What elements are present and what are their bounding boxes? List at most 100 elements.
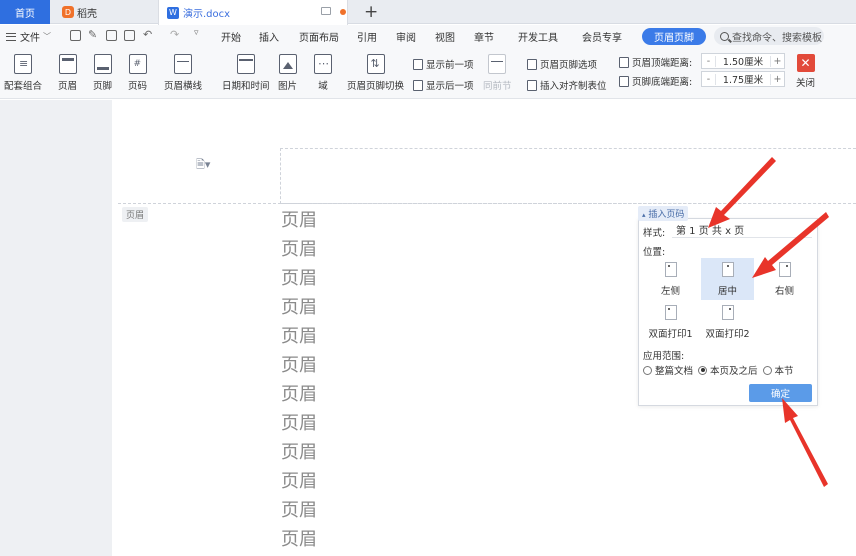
- header-options-icon[interactable]: 🗎▾: [196, 156, 210, 175]
- header-button[interactable]: 页眉: [58, 54, 77, 92]
- scope-this-page-onward-radio[interactable]: 本页及之后: [698, 363, 758, 377]
- print-icon[interactable]: [106, 30, 117, 41]
- menu-tab-layout[interactable]: 页面布局: [299, 29, 339, 44]
- increase-icon[interactable]: +: [770, 55, 784, 67]
- menu-tab-member[interactable]: 会员专享: [582, 29, 622, 44]
- tab-document-label: 演示.docx: [183, 9, 231, 20]
- footer-distance-icon: [619, 75, 629, 87]
- redo-icon[interactable]: ↷: [170, 28, 179, 41]
- footer-button[interactable]: 页脚: [93, 54, 112, 92]
- show-next-button[interactable]: 显示后一项: [413, 78, 474, 92]
- tab-home-label: 首页: [15, 8, 35, 20]
- position-duplex1-option[interactable]: 双面打印1: [644, 301, 697, 343]
- document-body-text[interactable]: 页眉 页眉 页眉 页眉 页眉 页眉 页眉 页眉 页眉 页眉 页眉 页眉: [281, 206, 341, 554]
- close-label: 关闭: [796, 78, 816, 89]
- collapse-triangle-icon: ▴: [642, 211, 646, 219]
- page-duplex1-icon: [664, 305, 677, 320]
- calendar-icon: [236, 54, 255, 74]
- same-as-previous-button[interactable]: 同前节: [483, 54, 512, 92]
- menu-tab-review[interactable]: 审阅: [396, 29, 416, 44]
- position-center-label: 居中: [717, 286, 737, 297]
- ok-button[interactable]: 确定: [749, 384, 812, 402]
- menu-tab-devtools[interactable]: 开发工具: [518, 29, 558, 44]
- monitor-icon[interactable]: [321, 7, 331, 15]
- text-line: 页眉: [281, 529, 317, 550]
- header-line-label: 页眉横线: [164, 81, 203, 92]
- page-number-button[interactable]: 页码: [128, 54, 147, 92]
- header-top-distance-value[interactable]: 1.50厘米: [716, 54, 770, 68]
- picture-button[interactable]: 图片: [278, 54, 297, 92]
- options-icon: [527, 58, 537, 70]
- header-line-button[interactable]: 页眉横线: [164, 54, 202, 92]
- position-duplex1-label: 双面打印1: [648, 329, 693, 340]
- radio-selected-icon: [698, 365, 708, 375]
- position-center-option[interactable]: 居中: [701, 258, 754, 300]
- page-left-icon: [664, 262, 677, 277]
- insert-align-tab-button[interactable]: 插入对齐制表位: [527, 78, 607, 92]
- unsaved-dot-icon[interactable]: [340, 9, 346, 15]
- field-icon: [314, 54, 332, 74]
- datetime-button[interactable]: 日期和时间: [222, 54, 270, 92]
- radio-icon: [643, 365, 652, 375]
- position-left-option[interactable]: 左侧: [644, 258, 697, 300]
- close-header-footer-button[interactable]: ✕ 关闭: [796, 54, 815, 89]
- footer-bottom-distance-value[interactable]: 1.75厘米: [716, 72, 770, 86]
- new-tab-plus-icon[interactable]: +: [364, 2, 378, 22]
- position-right-label: 右侧: [774, 286, 794, 297]
- left-gutter: [0, 100, 112, 556]
- menu-tab-start[interactable]: 开始: [221, 29, 241, 44]
- page-right-icon: [778, 262, 791, 277]
- undo-icon[interactable]: ↶: [143, 28, 152, 41]
- field-button[interactable]: 域: [314, 54, 332, 92]
- tab-daoke-label: 稻壳: [77, 8, 97, 20]
- text-line: 页眉: [281, 442, 317, 463]
- menu-tab-view[interactable]: 视图: [435, 29, 455, 44]
- style-select-value: 第 1 页 共 x 页: [676, 226, 745, 237]
- text-line: 页眉: [281, 268, 317, 289]
- page-number-label: 页码: [128, 81, 148, 92]
- text-line: 页眉: [281, 210, 317, 231]
- quick-access-dropdown-icon[interactable]: ▿: [194, 28, 199, 38]
- tab-document[interactable]: W 演示.docx: [158, 0, 348, 25]
- command-search-input[interactable]: 查找命令、搜索模板: [714, 27, 824, 45]
- header-separator: [118, 203, 856, 204]
- increase-icon[interactable]: +: [770, 73, 784, 85]
- menu-tab-references[interactable]: 引用: [357, 29, 377, 44]
- hamburger-icon: [6, 32, 16, 41]
- tab-daoke[interactable]: D 稻壳: [56, 0, 156, 24]
- header-top-distance-spinner[interactable]: - 1.50厘米 +: [701, 53, 785, 69]
- position-left-label: 左侧: [660, 286, 680, 297]
- menu-tab-insert[interactable]: 插入: [259, 29, 279, 44]
- combo-button[interactable]: 配套组合: [4, 54, 42, 92]
- file-menu-label: 文件: [20, 33, 40, 44]
- save-icon[interactable]: [70, 30, 81, 41]
- menu-tab-sections[interactable]: 章节: [474, 29, 494, 44]
- scope-whole-document-label: 整篇文档: [655, 366, 694, 377]
- header-label: 页眉: [58, 81, 78, 92]
- format-painter-icon[interactable]: ✎: [88, 28, 97, 41]
- menu-row: 文件 ﹀ ✎ ↶ ↷ ▿ 开始 插入 页面布局 引用 审阅 视图 章节 开发工具…: [0, 25, 856, 47]
- footer-bottom-distance-spinner[interactable]: - 1.75厘米 +: [701, 71, 785, 87]
- style-select[interactable]: 第 1 页 共 x 页 ▾: [672, 222, 812, 238]
- switch-label: 页眉页脚切换: [347, 81, 405, 92]
- scope-whole-document-radio[interactable]: 整篇文档: [643, 363, 693, 377]
- scope-this-section-radio[interactable]: 本节: [762, 363, 794, 377]
- print-preview-icon[interactable]: [124, 30, 135, 41]
- header-edit-area[interactable]: [280, 148, 856, 204]
- text-line: 页眉: [281, 384, 317, 405]
- file-menu-button[interactable]: 文件 ﹀: [6, 29, 51, 44]
- field-label: 域: [318, 81, 328, 92]
- text-line: 页眉: [281, 413, 317, 434]
- switch-header-footer-button[interactable]: 页眉页脚切换: [347, 54, 404, 92]
- menu-tab-header-footer[interactable]: 页眉页脚: [642, 28, 706, 45]
- header-footer-options-button[interactable]: 页眉页脚选项: [527, 57, 597, 71]
- decrease-icon[interactable]: -: [702, 55, 716, 67]
- position-right-option[interactable]: 右侧: [758, 258, 811, 300]
- tab-home[interactable]: 首页: [0, 0, 50, 24]
- show-previous-button[interactable]: 显示前一项: [413, 57, 474, 71]
- decrease-icon[interactable]: -: [702, 73, 716, 85]
- scope-label: 应用范围:: [643, 351, 685, 362]
- combo-icon: [14, 54, 32, 74]
- footer-label: 页脚: [93, 81, 113, 92]
- position-duplex2-option[interactable]: 双面打印2: [701, 301, 754, 343]
